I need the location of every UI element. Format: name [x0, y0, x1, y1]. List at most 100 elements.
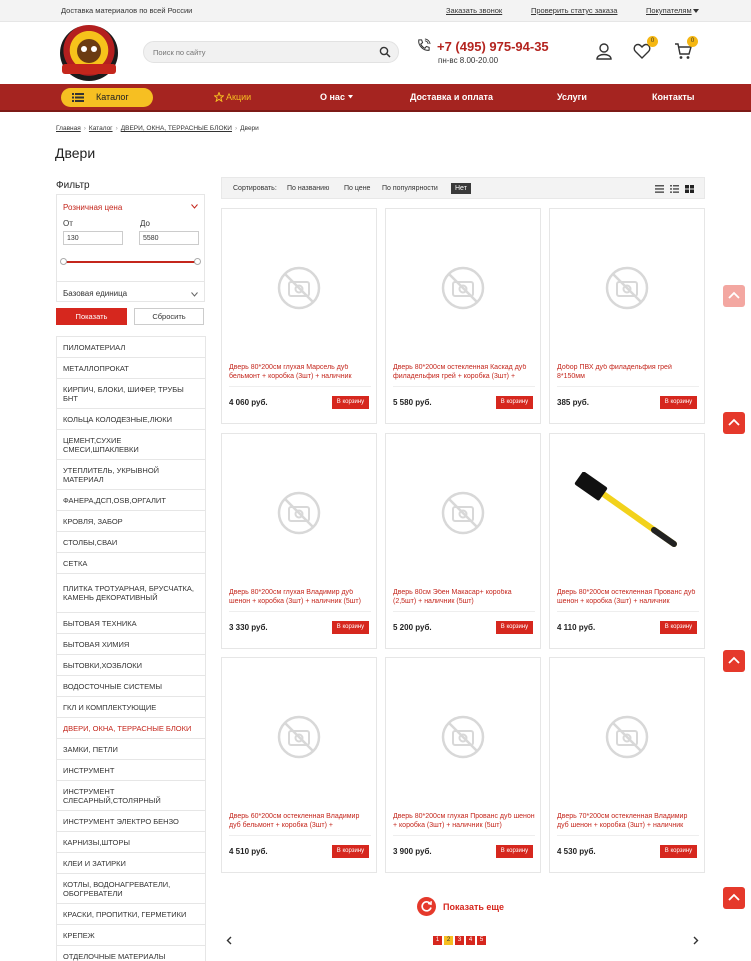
- product-card[interactable]: Дверь 80см Эбен Макасар+ коробка (2,5шт)…: [385, 433, 541, 649]
- product-name[interactable]: Добор ПВХ дуб филадельфия грей 8*150мм: [557, 364, 700, 383]
- product-name[interactable]: Дверь 80*200см глухая Владимир дуб шенон…: [229, 589, 372, 608]
- category-item[interactable]: КОЛЬЦА КОЛОДЕЗНЫЕ,ЛЮКИ: [57, 409, 205, 430]
- sort-by-price[interactable]: По цене: [344, 185, 370, 192]
- scroll-up-button[interactable]: [723, 650, 745, 672]
- product-card[interactable]: Дверь 80*200см остекленная Каскад дуб фи…: [385, 208, 541, 424]
- category-item[interactable]: СЕТКА: [57, 553, 205, 574]
- product-name[interactable]: Дверь 80см Эбен Макасар+ коробка (2,5шт)…: [393, 589, 536, 608]
- add-to-cart-button[interactable]: В корзину: [332, 621, 369, 634]
- category-item[interactable]: ВОДОСТОЧНЫЕ СИСТЕМЫ: [57, 676, 205, 697]
- nav-item-services[interactable]: Услуги: [557, 92, 587, 102]
- add-to-cart-button[interactable]: В корзину: [332, 845, 369, 858]
- category-item[interactable]: ОТДЕЛОЧНЫЕ МАТЕРИАЛЫ: [57, 946, 205, 961]
- prev-page-icon[interactable]: [226, 936, 232, 945]
- page-button[interactable]: 3: [455, 936, 464, 945]
- chevron-down-icon[interactable]: [191, 292, 198, 297]
- product-card[interactable]: Дверь 80*200см глухая Марсель дуб бельмо…: [221, 208, 377, 424]
- add-to-cart-button[interactable]: В корзину: [660, 621, 697, 634]
- add-to-cart-button[interactable]: В корзину: [496, 845, 533, 858]
- category-item[interactable]: ИНСТРУМЕНТ: [57, 760, 205, 781]
- price-filter-toggle[interactable]: Розничная цена: [63, 203, 122, 212]
- breadcrumb-home[interactable]: Главная: [56, 125, 81, 132]
- user-icon[interactable]: [595, 42, 613, 60]
- category-item[interactable]: ФАНЕРА,ДСП,OSB,ОРГАЛИТ: [57, 490, 205, 511]
- grid-view-icon[interactable]: [685, 185, 694, 193]
- logo[interactable]: [60, 25, 118, 81]
- nav-item-about[interactable]: О нас: [320, 92, 345, 102]
- scroll-up-button[interactable]: [723, 285, 745, 307]
- category-item[interactable]: ПЛИТКА ТРОТУАРНАЯ, БРУСЧАТКА, КАМЕНЬ ДЕК…: [57, 574, 205, 613]
- no-photo-icon[interactable]: [276, 265, 322, 311]
- category-item[interactable]: ГКЛ И КОМПЛЕКТУЮЩИЕ: [57, 697, 205, 718]
- no-photo-icon[interactable]: [604, 265, 650, 311]
- reset-button[interactable]: Сбросить: [134, 308, 204, 325]
- add-to-cart-button[interactable]: В корзину: [496, 621, 533, 634]
- buyers-menu[interactable]: Покупателям: [646, 6, 692, 15]
- no-photo-icon[interactable]: [440, 490, 486, 536]
- category-item[interactable]: КАРНИЗЫ,ШТОРЫ: [57, 832, 205, 853]
- unit-filter-toggle[interactable]: Базовая единица: [63, 289, 127, 298]
- category-item[interactable]: ИНСТРУМЕНТ ЭЛЕКТРО БЕНЗО: [57, 811, 205, 832]
- product-name[interactable]: Дверь 60*200см остекленная Владимир дуб …: [229, 813, 372, 832]
- search-input[interactable]: [153, 46, 363, 59]
- product-card[interactable]: Добор ПВХ дуб филадельфия грей 8*150мм 38…: [549, 208, 705, 424]
- price-slider-min-handle[interactable]: [60, 258, 67, 265]
- category-item[interactable]: УТЕПЛИТЕЛЬ, УКРЫВНОЙ МАТЕРИАЛ: [57, 460, 205, 490]
- product-name[interactable]: Дверь 80*200см глухая Прованс дуб шенон …: [393, 813, 536, 832]
- sort-none[interactable]: Нет: [451, 183, 471, 194]
- scroll-up-button[interactable]: [723, 412, 745, 434]
- search-icon[interactable]: [379, 46, 391, 58]
- callback-link[interactable]: Заказать звонок: [446, 6, 502, 15]
- add-to-cart-button[interactable]: В корзину: [332, 396, 369, 409]
- price-slider-track[interactable]: [63, 261, 199, 263]
- price-from-input[interactable]: [63, 231, 123, 245]
- add-to-cart-button[interactable]: В корзину: [660, 845, 697, 858]
- no-photo-icon[interactable]: [440, 265, 486, 311]
- product-card[interactable]: Дверь 80*200см глухая Владимир дуб шенон…: [221, 433, 377, 649]
- product-card[interactable]: Дверь 60*200см остекленная Владимир дуб …: [221, 657, 377, 873]
- catalog-button[interactable]: Каталог: [61, 88, 153, 107]
- category-item[interactable]: КРЕПЕЖ: [57, 925, 205, 946]
- list-view-icon[interactable]: [655, 185, 664, 193]
- no-photo-icon[interactable]: [276, 714, 322, 760]
- page-button[interactable]: 4: [466, 936, 475, 945]
- nav-item-sales[interactable]: Акции: [226, 92, 251, 102]
- add-to-cart-button[interactable]: В корзину: [660, 396, 697, 409]
- category-item-active[interactable]: ДВЕРИ, ОКНА, ТЕРРАСНЫЕ БЛОКИ: [57, 718, 205, 739]
- sort-by-popularity[interactable]: По популярности: [382, 185, 438, 192]
- order-status-link[interactable]: Проверить статус заказа: [531, 6, 617, 15]
- category-item[interactable]: ИНСТРУМЕНТ СЛЕСАРНЫЙ,СТОЛЯРНЫЙ: [57, 781, 205, 811]
- category-item[interactable]: БЫТОВАЯ ТЕХНИКА: [57, 613, 205, 634]
- next-page-icon[interactable]: [693, 936, 699, 945]
- category-item[interactable]: КИРПИЧ, БЛОКИ, ШИФЕР, ТРУБЫ БНТ: [57, 379, 205, 409]
- breadcrumb-catalog[interactable]: Каталог: [89, 125, 113, 132]
- category-item[interactable]: ЦЕМЕНТ,СУХИЕ СМЕСИ,ШПАКЛЕВКИ: [57, 430, 205, 460]
- sledgehammer-image[interactable]: [570, 471, 686, 552]
- category-item[interactable]: КОТЛЫ, ВОДОНАГРЕВАТЕЛИ, ОБОГРЕВАТЕЛИ: [57, 874, 205, 904]
- sort-by-name[interactable]: По названию: [287, 185, 329, 192]
- product-name[interactable]: Дверь 70*200см остекленная Владимир дуб …: [557, 813, 700, 832]
- price-slider-max-handle[interactable]: [194, 258, 201, 265]
- page-button[interactable]: 5: [477, 936, 486, 945]
- category-item[interactable]: ЗАМКИ, ПЕТЛИ: [57, 739, 205, 760]
- category-item[interactable]: ПИЛОМАТЕРИАЛ: [57, 337, 205, 358]
- product-name[interactable]: Дверь 80*200см остекленная Прованс дуб ш…: [557, 589, 700, 608]
- product-name[interactable]: Дверь 80*200см остекленная Каскад дуб фи…: [393, 364, 536, 383]
- product-name[interactable]: Дверь 80*200см глухая Марсель дуб бельмо…: [229, 364, 372, 383]
- no-photo-icon[interactable]: [604, 714, 650, 760]
- category-item[interactable]: МЕТАЛЛОПРОКАТ: [57, 358, 205, 379]
- no-photo-icon[interactable]: [276, 490, 322, 536]
- product-card[interactable]: Дверь 70*200см остекленная Владимир дуб …: [549, 657, 705, 873]
- phone-number[interactable]: +7 (495) 975-94-35: [437, 39, 549, 54]
- category-item[interactable]: БЫТОВАЯ ХИМИЯ: [57, 634, 205, 655]
- page-button[interactable]: 1: [433, 936, 442, 945]
- breadcrumb-section[interactable]: ДВЕРИ, ОКНА, ТЕРРАСНЫЕ БЛОКИ: [121, 125, 232, 132]
- category-item[interactable]: КРАСКИ, ПРОПИТКИ, ГЕРМЕТИКИ: [57, 904, 205, 925]
- scroll-up-button[interactable]: [723, 887, 745, 909]
- product-card[interactable]: Дверь 80*200см остекленная Прованс дуб ш…: [549, 433, 705, 649]
- detailed-list-view-icon[interactable]: [670, 185, 679, 193]
- category-item[interactable]: БЫТОВКИ,ХОЗБЛОКИ: [57, 655, 205, 676]
- no-photo-icon[interactable]: [440, 714, 486, 760]
- page-button-current[interactable]: 2: [444, 936, 453, 945]
- chevron-down-icon[interactable]: [191, 204, 198, 209]
